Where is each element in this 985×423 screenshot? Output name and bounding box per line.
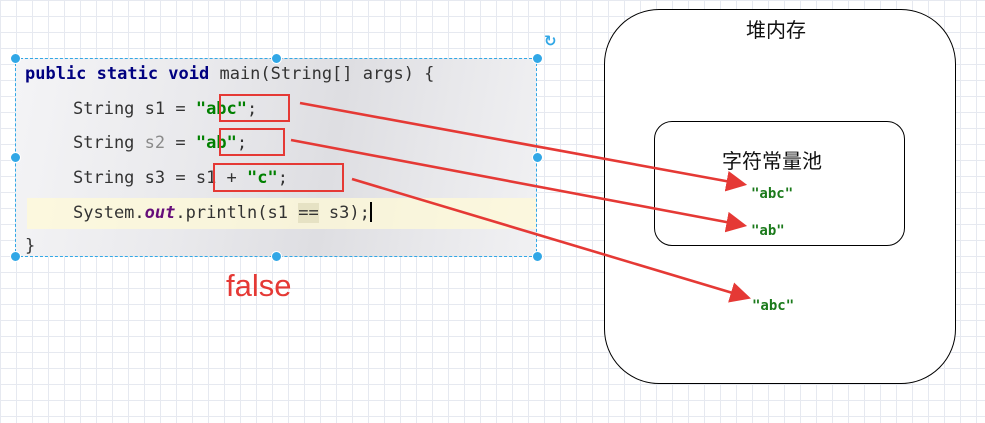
reference-arrows: [290, 101, 751, 303]
arrow-s3-to-heap-abc: [351, 177, 751, 303]
arrow-s1-to-pool-abc: [299, 101, 748, 192]
arrow-s2-to-pool-ab: [290, 138, 748, 233]
